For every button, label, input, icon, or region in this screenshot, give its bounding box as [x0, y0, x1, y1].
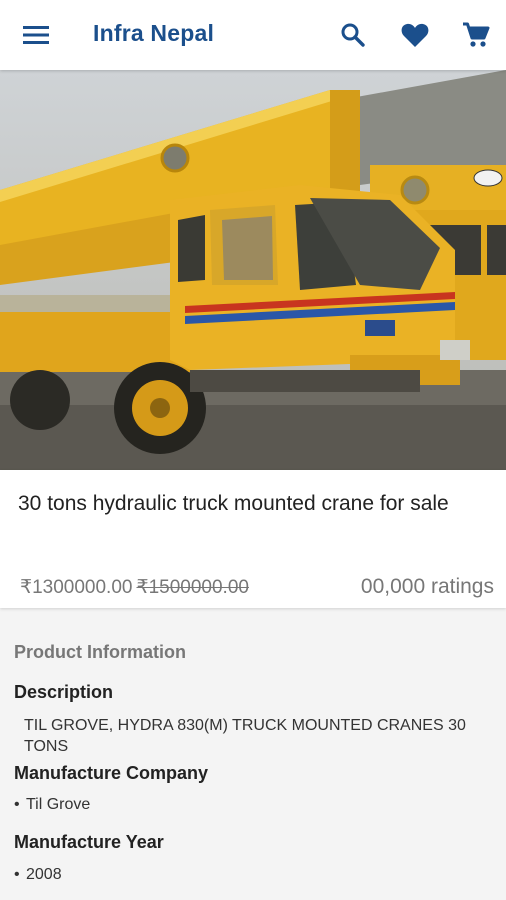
description-text: TIL GROVE, HYDRA 830(M) TRUCK MOUNTED CR…	[24, 717, 466, 755]
menu-icon[interactable]	[20, 21, 52, 49]
year-value: 2008	[26, 866, 62, 883]
product-information: Product Information Description TIL GROV…	[0, 620, 506, 900]
shopping-cart-icon[interactable]	[461, 20, 491, 50]
ratings-count[interactable]: 00,000 ratings	[361, 575, 494, 599]
current-price: ₹1300000.00	[20, 577, 133, 598]
price-row: ₹1300000.00 ₹1500000.00	[20, 576, 249, 599]
manufacturer-item: • Til Grove	[14, 796, 90, 814]
year-item: • 2008	[14, 866, 62, 884]
section-heading: Product Information	[14, 642, 186, 662]
bullet: •	[14, 796, 20, 813]
app-bar: Infra Nepal	[0, 0, 506, 70]
year-label: Manufacture Year	[14, 832, 164, 852]
product-title: 30 tons hydraulic truck mounted crane fo…	[18, 492, 449, 515]
app-title: Infra Nepal	[93, 20, 215, 46]
manufacturer-value: Til Grove	[26, 796, 91, 813]
product-card: 30 tons hydraulic truck mounted crane fo…	[0, 470, 506, 608]
heart-icon[interactable]	[400, 20, 430, 50]
product-image[interactable]	[0, 70, 506, 470]
manufacturer-label: Manufacture Company	[14, 763, 209, 783]
crane-photo	[0, 70, 506, 470]
search-icon[interactable]	[338, 20, 368, 50]
description-label: Description	[14, 682, 114, 702]
original-price: ₹1500000.00	[136, 577, 249, 598]
bullet: •	[14, 866, 20, 883]
